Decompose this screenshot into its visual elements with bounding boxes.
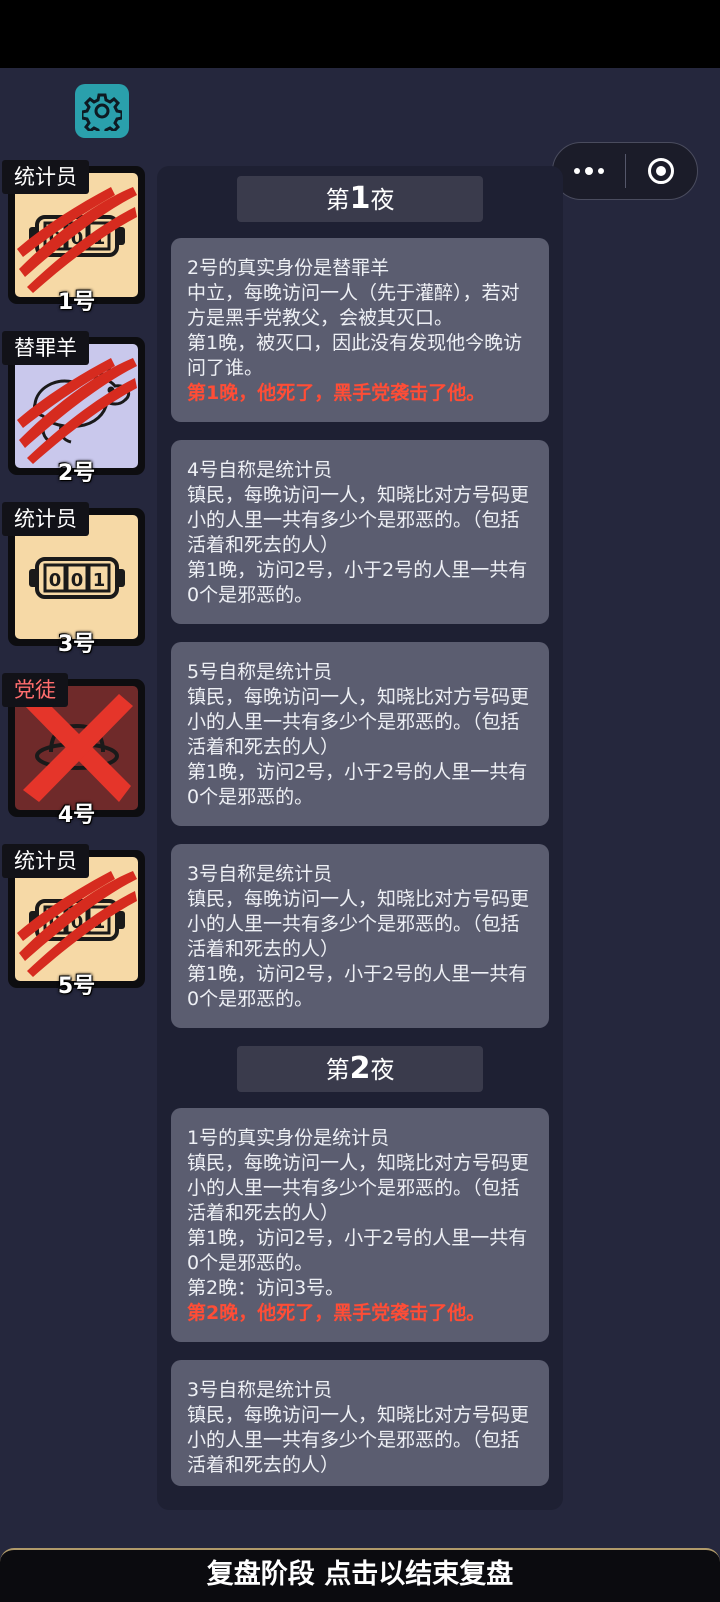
- message-line: 第1晚，访问2号，小于2号的人里一共有0个是邪恶的。: [187, 761, 528, 808]
- more-dots-icon: [573, 166, 604, 175]
- role-label: 党徒: [2, 673, 68, 707]
- game-log-panel[interactable]: 第1夜 2号的真实身份是替罪羊 中立，每晚访问一人（先于灌醉），若对方是黑手党教…: [157, 166, 563, 1510]
- log-message: 1号的真实身份是统计员 镇民，每晚访问一人，知晓比对方号码更小的人里一共有多少个…: [171, 1108, 549, 1342]
- close-button[interactable]: [626, 143, 698, 199]
- night-number: 2: [349, 1051, 371, 1086]
- message-line: 镇民，每晚访问一人，知晓比对方号码更小的人里一共有多少个是邪恶的。（包括活着和死…: [187, 686, 530, 758]
- message-line: 3号自称是统计员: [187, 1379, 333, 1401]
- message-line: 第2晚：访问3号。: [187, 1277, 345, 1299]
- player-card-2[interactable]: 替罪羊 2号: [2, 331, 145, 486]
- settings-button[interactable]: [75, 84, 129, 138]
- message-line: 2号的真实身份是替罪羊: [187, 257, 390, 279]
- player-number: 1号: [57, 290, 96, 315]
- role-label: 统计员: [2, 502, 89, 536]
- message-line: 第1晚，访问2号，小于2号的人里一共有0个是邪恶的。: [187, 1227, 528, 1274]
- message-line: 中立，每晚访问一人（先于灌醉），若对方是黑手党教父，会被其灭口。: [187, 282, 520, 329]
- cross-mark-icon: [23, 694, 133, 802]
- message-line: 5号自称是统计员: [187, 661, 333, 683]
- message-line: 第1晚，访问2号，小于2号的人里一共有0个是邪恶的。: [187, 559, 528, 606]
- player-number: 2号: [57, 461, 96, 486]
- player-card-3[interactable]: 0 0 1 统计员 3号: [2, 502, 145, 657]
- night-1-title: 第1夜: [237, 176, 483, 222]
- gear-icon: [82, 93, 122, 131]
- player-card-1[interactable]: 0 0 1 统计员 1号: [2, 160, 145, 315]
- more-button[interactable]: [553, 143, 625, 199]
- player-card-5[interactable]: 0 0 1 统计员 5号: [2, 844, 145, 999]
- log-message: 3号自称是统计员 镇民，每晚访问一人，知晓比对方号码更小的人里一共有多少个是邪恶…: [171, 844, 549, 1028]
- message-line: 镇民，每晚访问一人，知晓比对方号码更小的人里一共有多少个是邪恶的。（包括活着和死…: [187, 1152, 530, 1224]
- game-log-scroll: 第1夜 2号的真实身份是替罪羊 中立，每晚访问一人（先于灌醉），若对方是黑手党教…: [157, 166, 563, 1486]
- svg-text:1: 1: [93, 570, 106, 591]
- end-review-button[interactable]: 复盘阶段 点击以结束复盘: [0, 1548, 720, 1602]
- player-number: 5号: [57, 974, 96, 999]
- night-suffix: 夜: [370, 1056, 395, 1084]
- death-notice: 第2晚，他死了，黑手党袭击了他。: [187, 1302, 486, 1324]
- role-label: 统计员: [2, 160, 89, 194]
- message-line: 第1晚，访问2号，小于2号的人里一共有0个是邪恶的。: [187, 963, 528, 1010]
- claw-mark-icon: [17, 358, 137, 464]
- message-line: 镇民，每晚访问一人，知晓比对方号码更小的人里一共有多少个是邪恶的。（包括活着和死…: [187, 1404, 530, 1476]
- status-bar: [0, 0, 720, 68]
- message-line: 镇民，每晚访问一人，知晓比对方号码更小的人里一共有多少个是邪恶的。（包括活着和死…: [187, 888, 530, 960]
- message-line: 4号自称是统计员: [187, 459, 333, 481]
- counter-icon: 0 0 1: [29, 557, 125, 599]
- svg-text:0: 0: [71, 570, 84, 591]
- role-label: 替罪羊: [2, 331, 89, 365]
- night-prefix: 第: [325, 1056, 350, 1084]
- mini-program-capsule: [552, 142, 698, 200]
- role-label: 统计员: [2, 844, 89, 878]
- log-message: 2号的真实身份是替罪羊 中立，每晚访问一人（先于灌醉），若对方是黑手党教父，会被…: [171, 238, 549, 422]
- night-2-title: 第2夜: [237, 1046, 483, 1092]
- message-line: 1号的真实身份是统计员: [187, 1127, 390, 1149]
- player-number: 4号: [57, 803, 96, 828]
- night-suffix: 夜: [370, 186, 395, 214]
- log-message: 3号自称是统计员 镇民，每晚访问一人，知晓比对方号码更小的人里一共有多少个是邪恶…: [171, 1360, 549, 1486]
- target-circle-icon: [648, 158, 675, 184]
- night-number: 1: [349, 181, 371, 216]
- svg-text:0: 0: [49, 570, 62, 591]
- log-message: 4号自称是统计员 镇民，每晚访问一人，知晓比对方号码更小的人里一共有多少个是邪恶…: [171, 440, 549, 624]
- player-number: 3号: [57, 632, 96, 657]
- log-message: 5号自称是统计员 镇民，每晚访问一人，知晓比对方号码更小的人里一共有多少个是邪恶…: [171, 642, 549, 826]
- message-line: 3号自称是统计员: [187, 863, 333, 885]
- night-prefix: 第: [325, 186, 350, 214]
- death-notice: 第1晚，他死了，黑手党袭击了他。: [187, 382, 486, 404]
- message-line: 镇民，每晚访问一人，知晓比对方号码更小的人里一共有多少个是邪恶的。（包括活着和死…: [187, 484, 530, 556]
- message-line: 第1晚，被灭口，因此没有发现他今晚访问了谁。: [187, 332, 523, 379]
- player-card-4[interactable]: 党徒 4号: [2, 673, 145, 828]
